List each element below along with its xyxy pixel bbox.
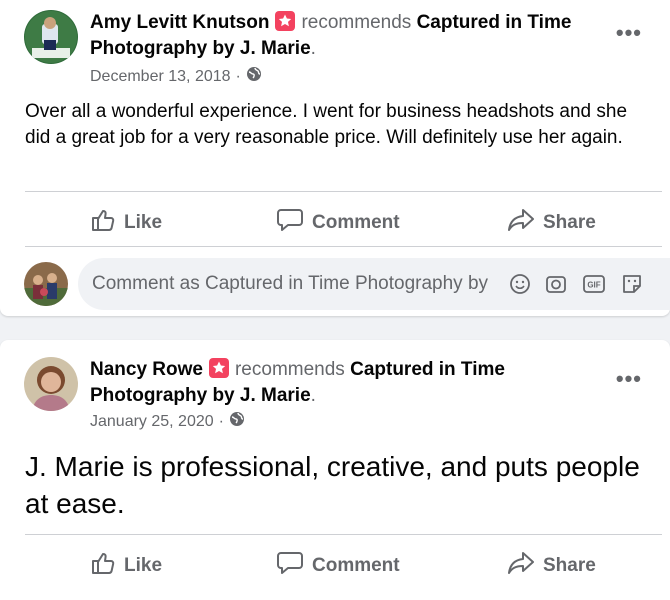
divider bbox=[25, 534, 662, 535]
recommends-text: recommends bbox=[234, 359, 345, 380]
period: . bbox=[310, 385, 316, 406]
like-label: Like bbox=[124, 555, 163, 576]
comment-label: Comment bbox=[312, 555, 400, 576]
comment-icon bbox=[276, 207, 304, 239]
like-label: Like bbox=[124, 212, 163, 233]
share-icon bbox=[507, 550, 535, 582]
post-meta: January 25, 2020 · bbox=[90, 411, 245, 432]
camera-icon[interactable] bbox=[544, 272, 568, 301]
svg-text:GIF: GIF bbox=[587, 281, 600, 290]
more-options-icon[interactable]: ••• bbox=[616, 20, 642, 46]
comment-button[interactable]: Comment bbox=[276, 207, 400, 239]
author-name[interactable]: Nancy Rowe bbox=[90, 359, 203, 380]
globe-icon bbox=[229, 411, 245, 432]
emoji-icon[interactable] bbox=[508, 272, 532, 301]
divider bbox=[25, 246, 662, 247]
recommend-icon bbox=[208, 358, 229, 378]
author-avatar[interactable] bbox=[24, 10, 78, 64]
meta-dot: · bbox=[218, 412, 224, 430]
comment-input[interactable]: Comment as Captured in Time Photography … bbox=[78, 258, 670, 310]
author-name[interactable]: Amy Levitt Knutson bbox=[90, 12, 269, 33]
sticker-icon[interactable] bbox=[620, 272, 644, 301]
post-header: Amy Levitt Knutson recommends Captured in… bbox=[90, 10, 610, 62]
page-name-line2[interactable]: Photography by J. Marie bbox=[90, 38, 311, 59]
like-icon bbox=[90, 207, 116, 239]
like-button[interactable]: Like bbox=[90, 550, 162, 582]
page-name-line1[interactable]: Captured in Time bbox=[350, 359, 505, 380]
comment-placeholder: Comment as Captured in Time Photography … bbox=[92, 273, 489, 294]
post-header: Nancy Rowe recommends Captured in Time Ph… bbox=[90, 357, 610, 409]
share-label: Share bbox=[543, 555, 596, 576]
comment-icon bbox=[276, 550, 304, 582]
meta-dot: · bbox=[235, 67, 241, 85]
comment-button[interactable]: Comment bbox=[276, 550, 400, 582]
post-date[interactable]: January 25, 2020 bbox=[90, 413, 214, 431]
recommend-icon bbox=[275, 11, 296, 31]
more-options-icon[interactable]: ••• bbox=[616, 366, 642, 392]
divider bbox=[25, 191, 662, 192]
period: . bbox=[310, 38, 316, 59]
review-post-1: Amy Levitt Knutson recommends Captured in… bbox=[0, 0, 670, 316]
share-button[interactable]: Share bbox=[507, 207, 596, 239]
post-body: J. Marie is professional, creative, and … bbox=[25, 451, 640, 519]
post-body: Over all a wonderful experience. I went … bbox=[25, 101, 628, 148]
comment-label: Comment bbox=[312, 212, 400, 233]
post-date[interactable]: December 13, 2018 bbox=[90, 68, 231, 86]
recommends-text: recommends bbox=[301, 12, 412, 33]
share-label: Share bbox=[543, 212, 596, 233]
author-avatar[interactable] bbox=[24, 357, 78, 411]
globe-icon bbox=[246, 66, 262, 87]
like-button[interactable]: Like bbox=[90, 207, 162, 239]
share-button[interactable]: Share bbox=[507, 550, 596, 582]
like-icon bbox=[90, 550, 116, 582]
share-icon bbox=[507, 207, 535, 239]
commenter-avatar[interactable] bbox=[24, 262, 68, 306]
page-name-line1[interactable]: Captured in Time bbox=[417, 12, 572, 33]
page-name-line2[interactable]: Photography by J. Marie bbox=[90, 385, 311, 406]
review-post-2: Nancy Rowe recommends Captured in Time Ph… bbox=[0, 340, 670, 600]
gif-icon[interactable]: GIF bbox=[582, 272, 606, 301]
post-meta: December 13, 2018 · bbox=[90, 66, 262, 87]
